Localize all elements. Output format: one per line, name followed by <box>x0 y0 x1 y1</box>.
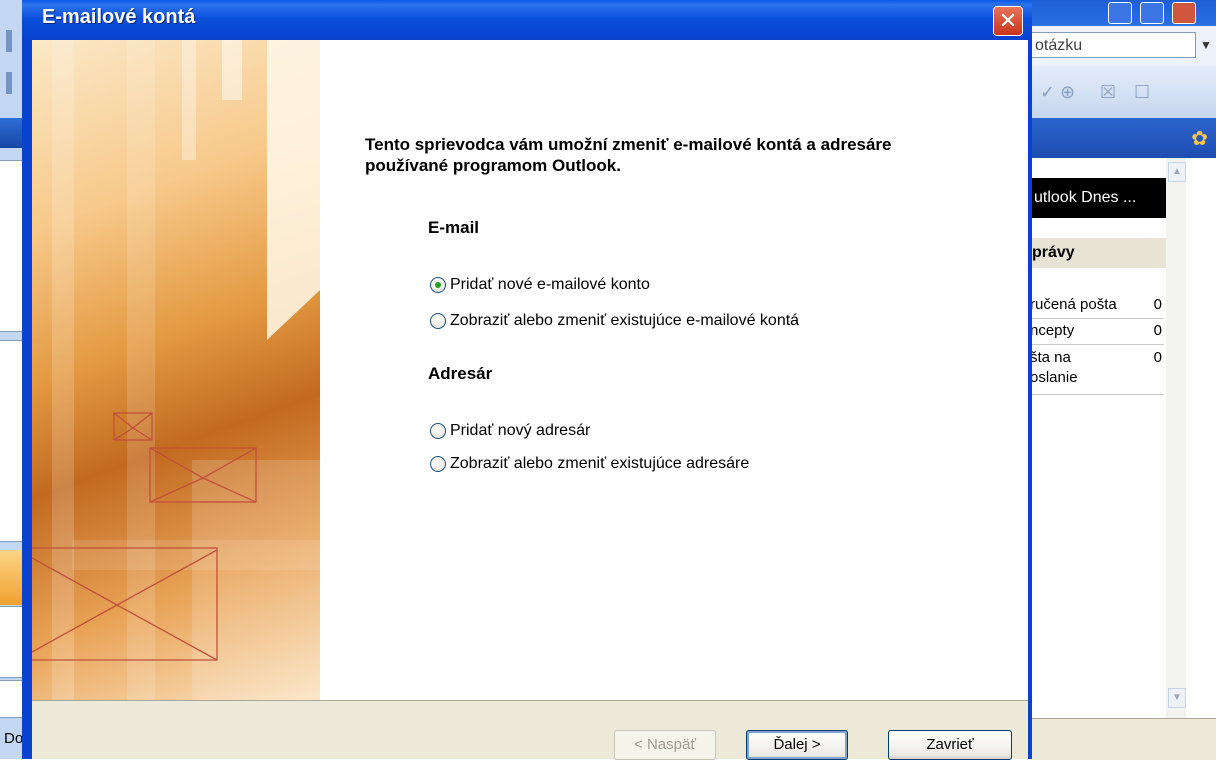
help-question-area: otázku ▼ <box>1030 26 1216 66</box>
standard-toolbar: ✓ ⊕ ☒ ☐ <box>1030 66 1216 118</box>
dialog-title: E-mailové kontá <box>42 6 196 28</box>
button-separator <box>32 700 1028 701</box>
forward-icon[interactable]: ⊕ <box>1060 82 1075 103</box>
address-book-section-heading: Adresár <box>428 364 493 383</box>
status-bar <box>1030 718 1216 760</box>
minimize-button[interactable] <box>1108 2 1132 24</box>
delete-icon[interactable]: ☒ <box>1100 82 1116 103</box>
email-section-heading: E-mail <box>428 218 480 237</box>
chevron-down-icon[interactable]: ▼ <box>1200 38 1212 52</box>
customize-icon[interactable]: ✿ <box>1191 126 1208 151</box>
radio-button[interactable] <box>430 313 446 329</box>
toolbar-grip[interactable] <box>6 30 12 52</box>
back-button[interactable]: < Naspäť <box>614 730 716 760</box>
close-icon[interactable]: ✕ <box>993 6 1023 36</box>
folder-row[interactable]: šta na oslanie 0 <box>1030 348 1164 395</box>
folder-row[interactable]: ručená pošta 0 <box>1030 296 1164 319</box>
move-icon[interactable]: ☐ <box>1134 82 1150 103</box>
scroll-down-icon[interactable]: ▼ <box>1168 688 1186 708</box>
dialog-client-area: Tento sprievodca vám umožní zmeniť e-mai… <box>32 40 1028 760</box>
main-close-button[interactable] <box>1172 2 1196 24</box>
email-accounts-dialog: E-mailové kontá ✕ Tento sprievodca vám u… <box>22 0 1032 760</box>
next-button[interactable]: Ďalej > <box>746 730 848 760</box>
dialog-titlebar[interactable]: E-mailové kontá ✕ <box>22 0 1032 40</box>
maximize-button[interactable] <box>1140 2 1164 24</box>
envelope-illustration <box>32 40 320 700</box>
outlook-today-link[interactable]: utlook Dnes ... <box>1030 178 1186 218</box>
radio-button[interactable] <box>430 277 446 293</box>
toolbar-grip[interactable] <box>6 72 12 94</box>
outlook-today-header: ✿ <box>1030 118 1216 158</box>
main-window-titlebar <box>1030 0 1216 26</box>
wizard-banner-image <box>32 40 320 700</box>
outlook-right-area: otázku ▼ ✓ ⊕ ☒ ☐ ✿ utlook Dnes ... právy… <box>1030 0 1216 760</box>
radio-button[interactable] <box>430 456 446 472</box>
scroll-up-icon[interactable]: ▲ <box>1168 162 1186 182</box>
messages-heading: právy <box>1030 238 1166 268</box>
wizard-intro-text: Tento sprievodca vám umožní zmeniť e-mai… <box>365 135 892 175</box>
folder-row[interactable]: ncepty 0 <box>1030 322 1164 345</box>
vertical-scrollbar[interactable]: ▲ ▼ <box>1166 158 1186 718</box>
wizard-content: Tento sprievodca vám umožní zmeniť e-mai… <box>320 40 1028 700</box>
radio-button[interactable] <box>430 423 446 439</box>
close-button[interactable]: Zavrieť <box>888 730 1012 760</box>
toolbar-icon[interactable]: ✓ <box>1040 82 1055 103</box>
status-bar-text: Do <box>4 730 24 747</box>
help-question-input[interactable]: otázku <box>1030 32 1196 58</box>
